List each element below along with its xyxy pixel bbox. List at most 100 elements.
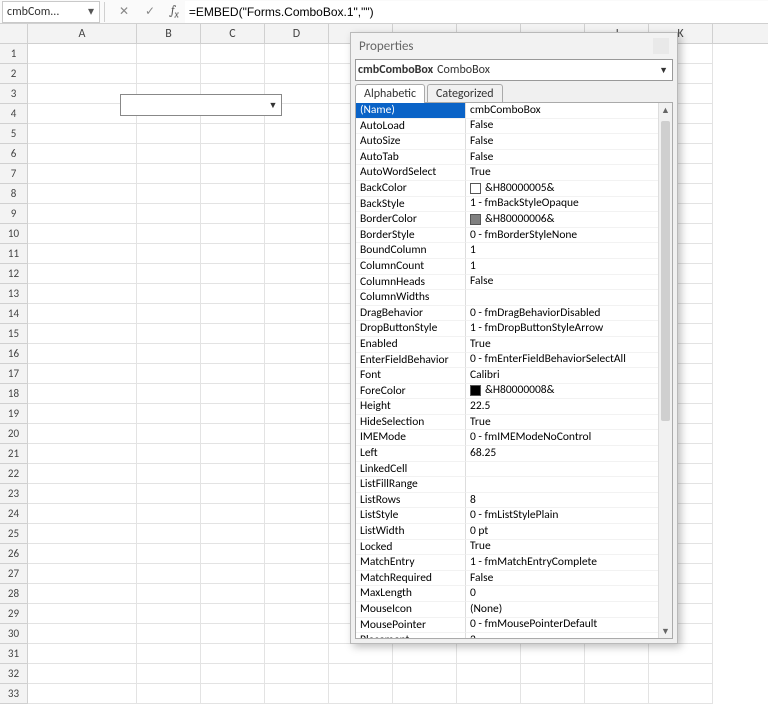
cell[interactable] (28, 304, 137, 324)
property-value[interactable] (466, 477, 658, 493)
cell[interactable] (265, 464, 329, 484)
cell[interactable] (329, 644, 393, 664)
cell[interactable] (201, 364, 265, 384)
row-header[interactable]: 5 (0, 124, 28, 144)
cell[interactable] (265, 144, 329, 164)
cell[interactable] (28, 544, 137, 564)
cell[interactable] (28, 624, 137, 644)
property-row[interactable]: ForeColor&H80000008& (356, 384, 658, 400)
cell[interactable] (265, 584, 329, 604)
cell[interactable] (329, 664, 393, 684)
row-header[interactable]: 19 (0, 404, 28, 424)
cell[interactable] (28, 424, 137, 444)
column-header[interactable]: B (137, 24, 201, 43)
cell[interactable] (137, 344, 201, 364)
row-header[interactable]: 33 (0, 684, 28, 704)
property-row[interactable]: ColumnWidths (356, 290, 658, 306)
property-value[interactable]: 1 (466, 243, 658, 259)
cell[interactable] (201, 324, 265, 344)
property-row[interactable]: FontCalibri (356, 368, 658, 384)
property-value[interactable]: 1 - fmMatchEntryComplete (466, 555, 658, 571)
cell[interactable] (265, 384, 329, 404)
cell[interactable] (201, 604, 265, 624)
cell[interactable] (265, 604, 329, 624)
cell[interactable] (265, 264, 329, 284)
property-row[interactable]: IMEMode0 - fmIMEModeNoControl (356, 430, 658, 446)
row-header[interactable]: 18 (0, 384, 28, 404)
cell[interactable] (265, 564, 329, 584)
cell[interactable] (28, 584, 137, 604)
row-header[interactable]: 32 (0, 664, 28, 684)
row-header[interactable]: 9 (0, 204, 28, 224)
cell[interactable] (265, 224, 329, 244)
cell[interactable] (28, 144, 137, 164)
cell[interactable] (201, 204, 265, 224)
property-row[interactable]: LockedTrue (356, 540, 658, 556)
cell[interactable] (521, 684, 585, 704)
row-header[interactable]: 24 (0, 504, 28, 524)
cell[interactable] (201, 424, 265, 444)
property-row[interactable]: Left68.25 (356, 446, 658, 462)
property-row[interactable]: ListWidth0 pt (356, 524, 658, 540)
property-row[interactable]: MaxLength0 (356, 586, 658, 602)
cell[interactable] (28, 524, 137, 544)
cell[interactable] (265, 664, 329, 684)
cell[interactable] (137, 404, 201, 424)
row-header[interactable]: 13 (0, 284, 28, 304)
row-header[interactable]: 17 (0, 364, 28, 384)
cell[interactable] (28, 204, 137, 224)
cell[interactable] (137, 644, 201, 664)
column-header[interactable]: A (28, 24, 137, 43)
cell[interactable] (201, 524, 265, 544)
row-header[interactable]: 2 (0, 64, 28, 84)
tab-alphabetic[interactable]: Alphabetic (355, 84, 425, 103)
property-value[interactable]: &H80000005& (466, 181, 658, 197)
property-row[interactable]: DragBehavior0 - fmDragBehaviorDisabled (356, 306, 658, 322)
property-value[interactable]: True (466, 540, 658, 556)
cell[interactable] (201, 664, 265, 684)
cell[interactable] (649, 664, 713, 684)
cell[interactable] (137, 604, 201, 624)
property-row[interactable]: BorderStyle0 - fmBorderStyleNone (356, 228, 658, 244)
cell[interactable] (28, 684, 137, 704)
property-row[interactable]: ListFillRange (356, 477, 658, 493)
cell[interactable] (265, 184, 329, 204)
cell[interactable] (649, 684, 713, 704)
property-value[interactable]: False (466, 571, 658, 587)
property-row[interactable]: BackStyle1 - fmBackStyleOpaque (356, 197, 658, 213)
cell[interactable] (137, 324, 201, 344)
property-row[interactable]: AutoLoadFalse (356, 119, 658, 135)
property-value[interactable]: &H80000006& (466, 212, 658, 228)
property-value[interactable]: 0 - fmDragBehaviorDisabled (466, 306, 658, 322)
property-row[interactable]: (Name)cmbComboBox (356, 103, 658, 119)
cancel-formula-button[interactable]: ✕ (113, 1, 135, 23)
property-value[interactable]: 0 (466, 586, 658, 602)
cell[interactable] (265, 124, 329, 144)
property-value[interactable]: 0 - fmMousePointerDefault (466, 618, 658, 634)
row-header[interactable]: 22 (0, 464, 28, 484)
cell[interactable] (137, 204, 201, 224)
property-value[interactable]: 0 - fmIMEModeNoControl (466, 430, 658, 446)
property-value[interactable]: True (466, 337, 658, 353)
row-header[interactable]: 14 (0, 304, 28, 324)
cell[interactable] (265, 544, 329, 564)
cell[interactable] (28, 224, 137, 244)
property-row[interactable]: MatchRequiredFalse (356, 571, 658, 587)
cell[interactable] (137, 304, 201, 324)
column-header[interactable]: C (201, 24, 265, 43)
property-row[interactable]: ColumnCount1 (356, 259, 658, 275)
cell[interactable] (137, 384, 201, 404)
property-row[interactable]: ListStyle0 - fmListStylePlain (356, 508, 658, 524)
cell[interactable] (457, 664, 521, 684)
cell[interactable] (201, 124, 265, 144)
cell[interactable] (201, 64, 265, 84)
row-header[interactable]: 8 (0, 184, 28, 204)
cell[interactable] (201, 284, 265, 304)
property-row[interactable]: MousePointer0 - fmMousePointerDefault (356, 618, 658, 634)
property-value[interactable]: cmbComboBox (466, 103, 658, 119)
cell[interactable] (585, 644, 649, 664)
cell[interactable] (28, 284, 137, 304)
cell[interactable] (137, 464, 201, 484)
property-value[interactable]: 2 (466, 633, 658, 638)
property-value[interactable]: &H80000008& (466, 384, 658, 400)
